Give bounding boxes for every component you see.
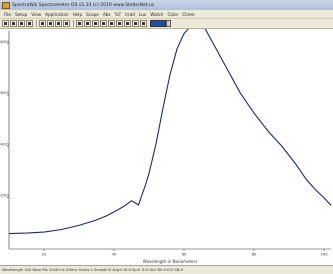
arrow-left-icon [94, 22, 97, 25]
menu-lux[interactable]: Lux [139, 12, 146, 17]
tick-group: 20 40 60 80 100 2000 4000 6000 8000 [0, 40, 328, 257]
menu-irrad[interactable]: Irrad [125, 12, 135, 17]
x-tick-label: 80 [252, 252, 257, 257]
title-bar: SpectraWiz Spectrometer OS v5.33 (c) 201… [0, 0, 333, 10]
toolbar [0, 19, 333, 29]
status-bar: Wavelength 420 Base Pts 2048 Int:100ms S… [0, 265, 333, 274]
mode-button[interactable] [140, 20, 147, 27]
floppy-icon [12, 22, 15, 25]
y-tick-label: 2000 [0, 194, 8, 198]
pan-right-button[interactable] [100, 20, 107, 27]
zoom-out-icon [86, 22, 89, 25]
overlay-button[interactable] [132, 20, 139, 27]
y-tick-label: 6000 [0, 91, 8, 95]
peak-icon [126, 22, 129, 25]
menu-bar: File Setup View Application Help Scope A… [0, 10, 333, 19]
zoom-out-button[interactable] [84, 20, 91, 27]
mode-select[interactable] [150, 20, 166, 27]
lamp-button[interactable] [47, 20, 54, 27]
mode-icon [142, 22, 145, 25]
zoom-in-icon [78, 22, 81, 25]
x-axis-label: Wavelength in Nanometers [143, 259, 197, 264]
lamp-icon [49, 22, 52, 25]
menu-color[interactable]: Color [167, 12, 178, 17]
menu-help[interactable]: Help [73, 12, 83, 17]
spectrum-line [9, 29, 332, 235]
cursor-icon [118, 22, 121, 25]
menu-view[interactable]: View [31, 12, 41, 17]
autoscale-button[interactable] [108, 20, 115, 27]
menu-file[interactable]: File [4, 12, 11, 17]
app-icon [2, 1, 10, 9]
cursor-button[interactable] [116, 20, 123, 27]
save-button[interactable] [10, 20, 17, 27]
toolbar-separator [73, 20, 74, 27]
dark-button[interactable] [63, 20, 70, 27]
menu-transmission[interactable]: %T [115, 12, 122, 17]
chevron-down-icon[interactable] [166, 20, 171, 27]
scope-icon [57, 22, 60, 25]
peak-button[interactable] [124, 20, 131, 27]
menu-setup[interactable]: Setup [15, 12, 27, 17]
menu-application[interactable]: Application [45, 12, 68, 17]
printer-icon [20, 22, 23, 25]
copy-icon [28, 22, 31, 25]
status-text: Wavelength 420 Base Pts 2048 Int:100ms S… [2, 268, 183, 272]
x-tick-label: 60 [182, 252, 187, 257]
overlay-icon [134, 22, 137, 25]
folder-icon [4, 22, 7, 25]
y-tick-label: 8000 [0, 40, 8, 44]
spectrum-chart: 20 40 60 80 100 2000 4000 6000 8000 Wavelength i… [0, 29, 332, 264]
probe-button[interactable] [39, 20, 46, 27]
zoom-in-button[interactable] [76, 20, 83, 27]
x-tick-label: 20 [42, 252, 47, 257]
toolbar-separator [36, 20, 37, 27]
probe-icon [41, 22, 44, 25]
open-button[interactable] [2, 20, 9, 27]
x-tick-label: 40 [112, 252, 117, 257]
copy-button[interactable] [26, 20, 33, 27]
x-tick-label: 100 [320, 252, 328, 257]
arrow-right-icon [102, 22, 105, 25]
autoscale-icon [110, 22, 113, 25]
menu-chem[interactable]: Chem [182, 12, 194, 17]
dark-icon [65, 22, 68, 25]
menu-scope[interactable]: Scope [86, 12, 99, 17]
scope-button[interactable] [55, 20, 62, 27]
print-button[interactable] [18, 20, 25, 27]
y-tick-label: 4000 [0, 142, 8, 146]
menu-watch[interactable]: Watch [150, 12, 163, 17]
window-title: SpectraWiz Spectrometer OS v5.33 (c) 201… [12, 2, 155, 8]
pan-left-button[interactable] [92, 20, 99, 27]
menu-abs[interactable]: Abs [103, 12, 111, 17]
plot-area[interactable]: 20 40 60 80 100 2000 4000 6000 8000 Wavelength i… [0, 29, 333, 265]
